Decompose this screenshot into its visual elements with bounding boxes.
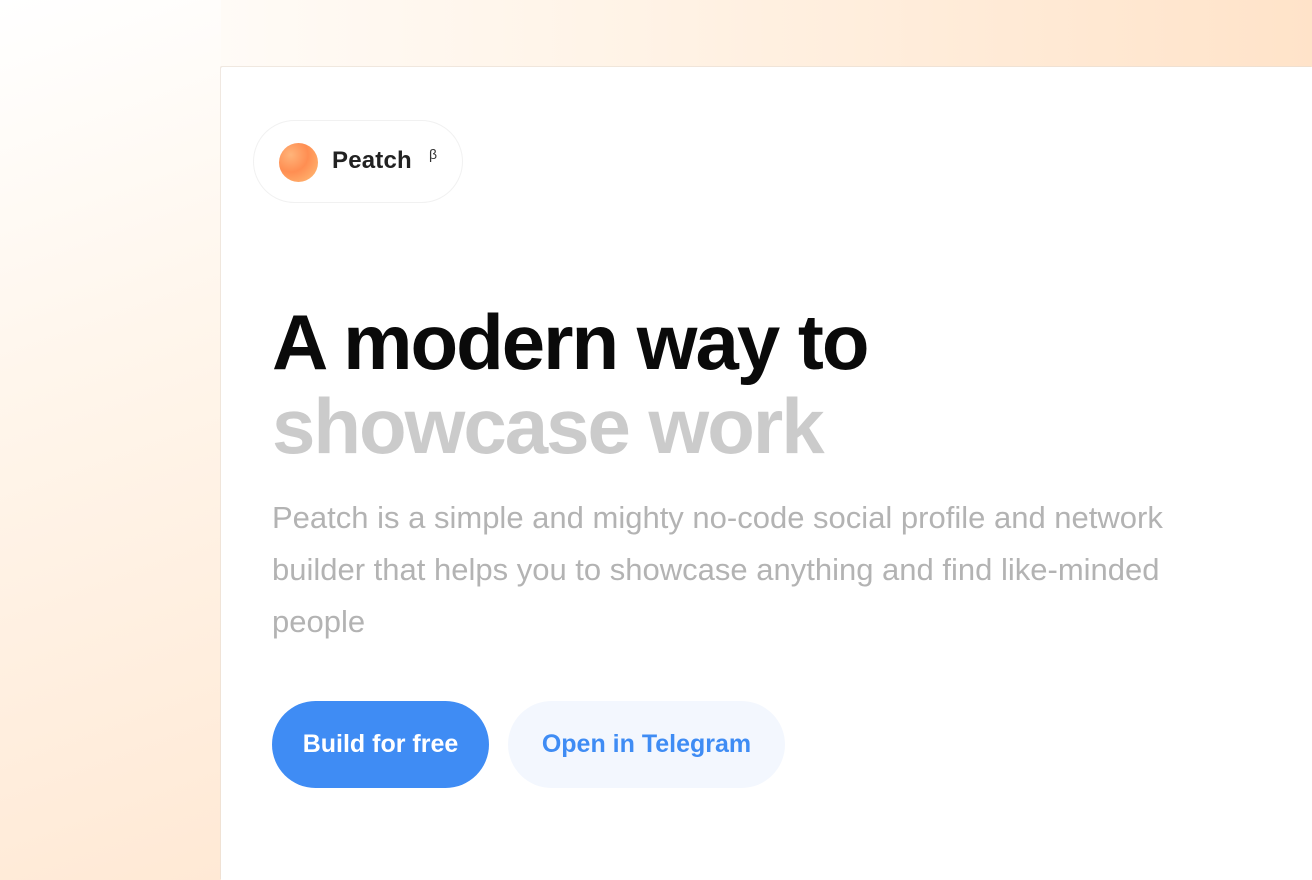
peach-orb-icon bbox=[279, 143, 318, 182]
hero-headline-line2: showcase work bbox=[272, 382, 825, 470]
hero-description: Peatch is a simple and mighty no-code so… bbox=[272, 500, 1163, 639]
hero-headline-line1: A modern way to bbox=[272, 298, 870, 386]
brand-name: Peatch bbox=[332, 147, 412, 174]
beta-badge: β bbox=[429, 146, 438, 162]
open-in-telegram-button[interactable]: Open in Telegram bbox=[508, 701, 785, 788]
build-for-free-button[interactable]: Build for free bbox=[272, 701, 489, 788]
hero-headline: A modern way to showcase work bbox=[272, 298, 870, 470]
background-left-gradient bbox=[0, 0, 221, 880]
